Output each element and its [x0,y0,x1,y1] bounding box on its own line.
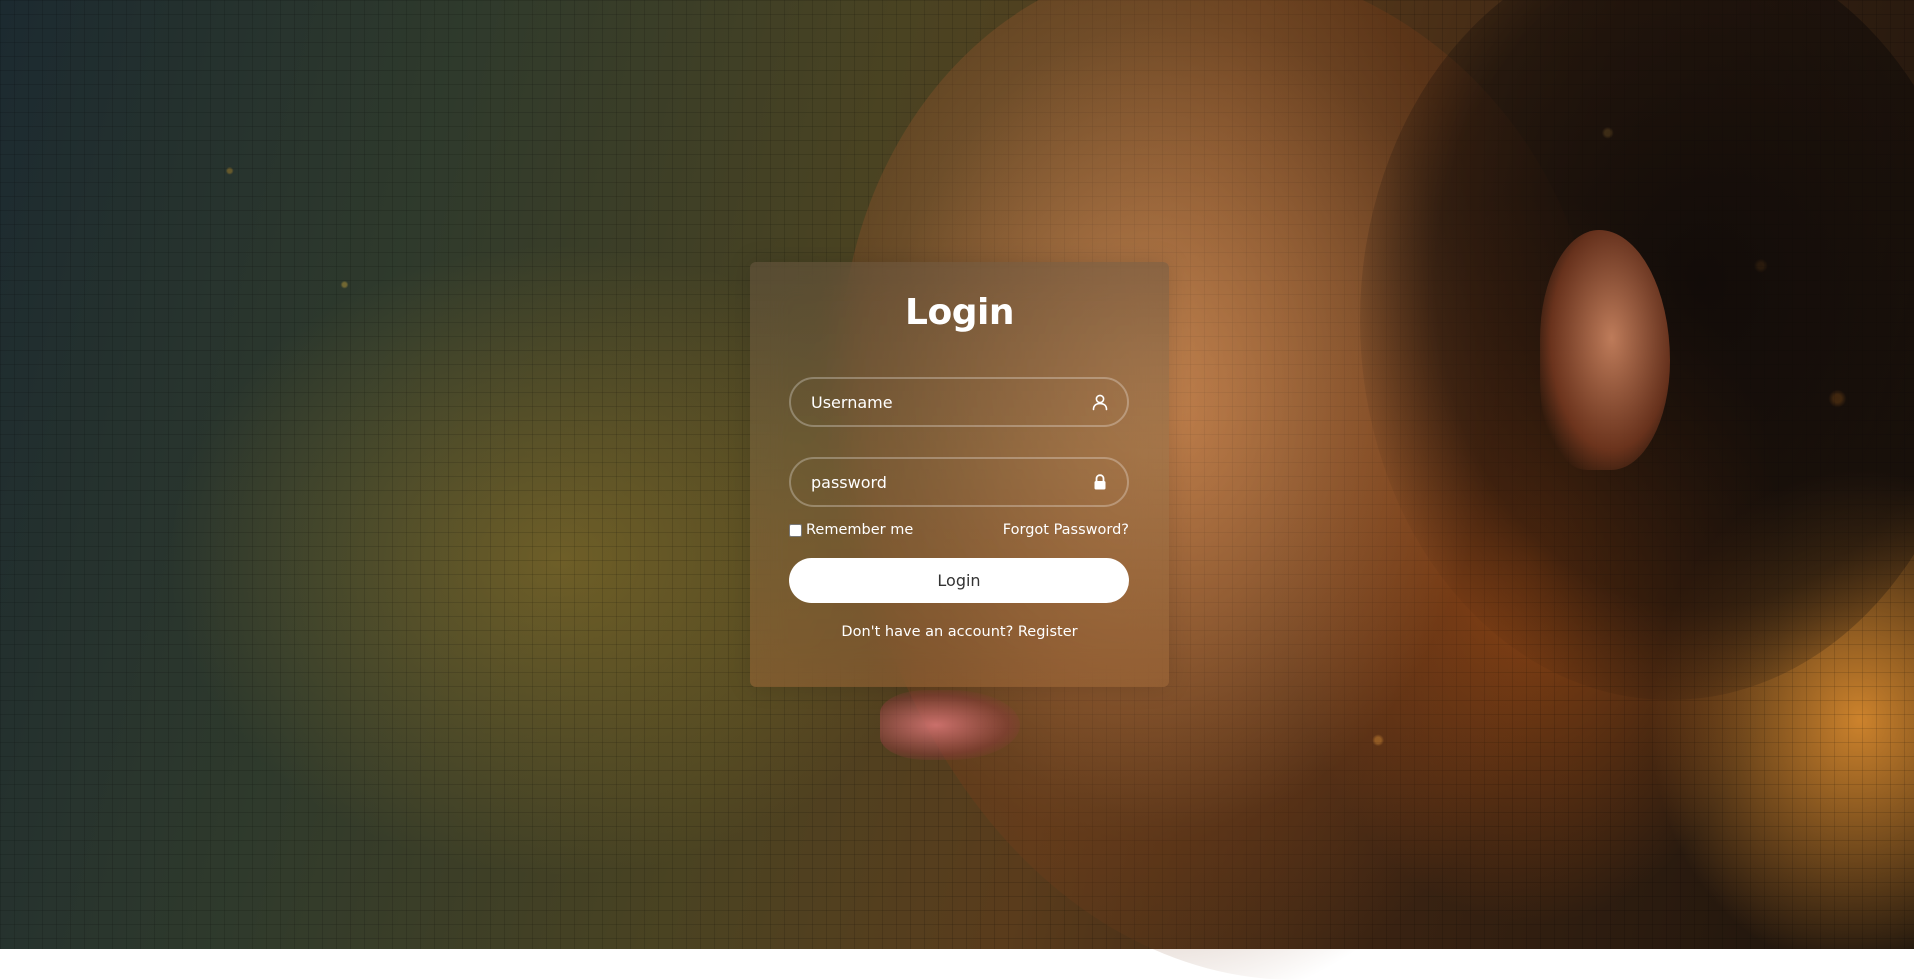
remember-me[interactable]: Remember me [789,522,913,538]
user-icon [1091,393,1109,411]
register-link[interactable]: Register [1018,624,1078,640]
login-button[interactable]: Login [789,558,1129,603]
username-field [789,377,1129,427]
register-prompt-text: Don't have an account? [841,624,1014,640]
login-options-row: Remember me Forgot Password? [789,522,1129,542]
lock-icon [1091,473,1109,491]
remember-me-checkbox[interactable] [789,523,802,537]
remember-me-label: Remember me [806,522,914,538]
background-lips [880,690,1020,760]
register-prompt: Don't have an account? Register [750,624,1169,640]
password-field [789,457,1129,507]
username-input[interactable] [791,379,1127,425]
forgot-password-link[interactable]: Forgot Password? [1003,522,1129,538]
login-title: Login [905,292,1014,333]
login-card: Login Remember me Forgot Password? Login… [750,262,1169,687]
password-input[interactable] [791,459,1127,505]
